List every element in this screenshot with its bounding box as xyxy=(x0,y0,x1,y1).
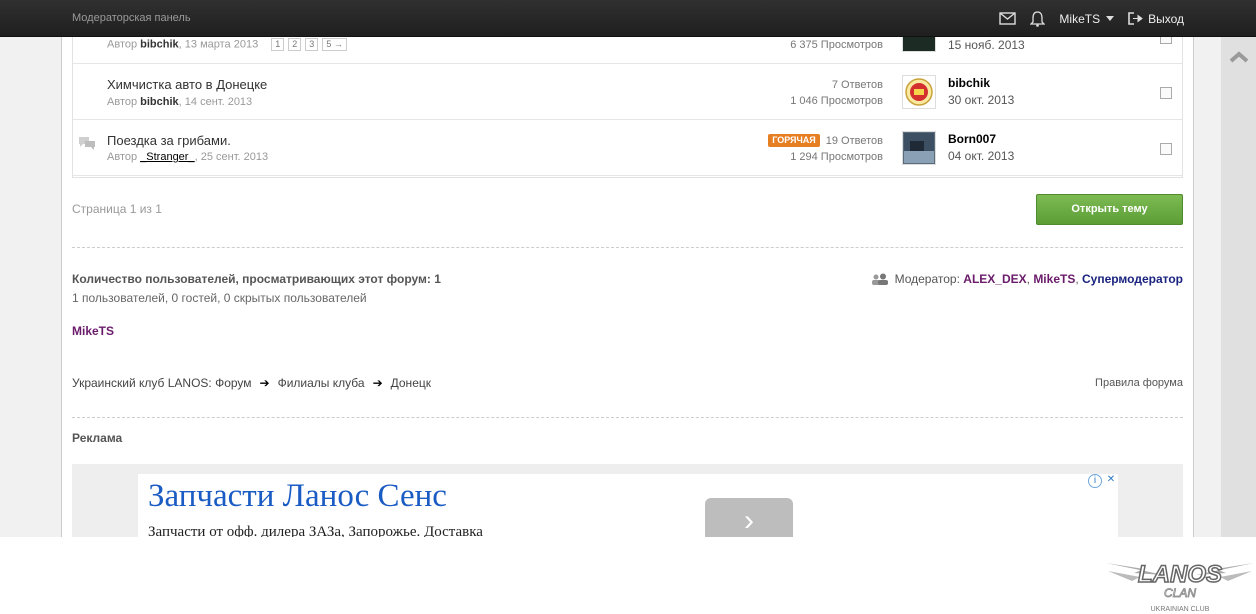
topic-author[interactable]: bibchik xyxy=(140,96,179,108)
hot-topic-bubble-icon xyxy=(78,136,96,153)
last-poster-name[interactable]: bibchik xyxy=(948,76,990,90)
ad-info: i ✕ xyxy=(1088,474,1118,488)
topic-views: 1 046 Просмотров xyxy=(790,95,883,107)
arrow-right-icon: ➔ xyxy=(372,376,383,390)
chevron-up-icon[interactable] xyxy=(1229,51,1249,63)
viewers-title: Количество пользователей, просматривающи… xyxy=(72,272,441,286)
topic-row[interactable]: Поездка за грибами. Автор _Stranger_, 25… xyxy=(73,120,1182,176)
users-group-icon xyxy=(871,273,888,285)
moderators: Модератор: ALEX_DEX, MikeTS, Супермодера… xyxy=(871,272,1183,286)
bell-icon[interactable] xyxy=(1030,10,1046,27)
ad-close-icon[interactable]: ✕ xyxy=(1104,474,1118,488)
topic-author[interactable]: bibchik xyxy=(140,38,179,50)
topic-page-link[interactable]: 2 xyxy=(288,38,302,51)
divider xyxy=(72,247,1183,248)
topic-title[interactable]: Химчистка авто в Донецке xyxy=(107,77,267,92)
caret-down-icon xyxy=(1106,16,1115,21)
moderator-link[interactable]: ALEX_DEX xyxy=(963,272,1026,286)
topic-row[interactable]: Химчистка авто в Донецке Автор bibchik, … xyxy=(73,64,1182,120)
topic-pagination: 1 2 3 5 → xyxy=(271,38,347,51)
ad-headline[interactable]: Запчасти Ланос Сенс xyxy=(148,478,447,515)
topic-views: 6 375 Просмотров xyxy=(790,39,883,51)
moderator-panel-link[interactable]: Модераторская панель xyxy=(72,12,191,24)
last-poster-avatar[interactable] xyxy=(902,75,936,109)
viewers-subtitle: 1 пользователей, 0 гостей, 0 скрытых пол… xyxy=(72,291,367,305)
divider xyxy=(72,417,1183,418)
breadcrumb-link[interactable]: Филиалы клуба xyxy=(278,376,365,390)
top-navbar: Модераторская панель MikeTS Выход xyxy=(0,0,1256,37)
topic-stats: 6 375 Просмотров xyxy=(790,37,883,53)
online-user-link[interactable]: MikeTS xyxy=(72,324,114,338)
arrow-right-icon: ➔ xyxy=(259,376,270,390)
logout-label: Выход xyxy=(1148,11,1184,26)
topic-replies: 7 Ответов xyxy=(831,79,883,91)
lanos-clan-logo: LANOS CLAN UKRAINIAN CLUB xyxy=(1104,549,1256,614)
logout-button[interactable]: Выход xyxy=(1128,12,1184,26)
breadcrumb-link[interactable]: Украинский клуб LANOS: Форум xyxy=(72,376,252,390)
username: MikeTS xyxy=(1059,11,1101,26)
topic-meta: Автор _Stranger_, 25 сент. 2013 xyxy=(107,151,269,163)
scroll-top-bar[interactable] xyxy=(1221,37,1256,540)
topic-stats: ГОРЯЧАЯ 19 Ответов 1 294 Просмотров xyxy=(768,133,883,165)
topic-title[interactable]: Поездка за грибами. xyxy=(107,133,231,148)
last-poster-avatar[interactable] xyxy=(902,131,936,165)
moderators-label: Модератор: xyxy=(894,272,960,286)
topic-replies: 19 Ответов xyxy=(825,135,883,147)
topic-select-checkbox[interactable] xyxy=(1160,87,1172,99)
topic-page-link[interactable]: 3 xyxy=(305,38,319,51)
ad-section-title: Реклама xyxy=(72,431,123,445)
topic-page-link[interactable]: 1 xyxy=(271,38,285,51)
user-menu[interactable]: MikeTS xyxy=(1059,11,1115,26)
user-photo-icon xyxy=(904,133,934,163)
ad-banner[interactable]: Запчасти Ланос Сенс Запчасти от офф. дил… xyxy=(138,474,1118,548)
topic-page-link[interactable]: 5 → xyxy=(322,38,347,51)
svg-text:CLAN: CLAN xyxy=(1164,586,1196,600)
topic-stats: 7 Ответов 1 046 Просмотров xyxy=(790,77,883,109)
club-crest-icon xyxy=(905,78,933,106)
svg-text:LANOS: LANOS xyxy=(1138,561,1222,588)
ad-container: Запчасти Ланос Сенс Запчасти от офф. дил… xyxy=(72,464,1183,548)
topic-meta: Автор bibchik, 13 марта 2013 1 2 3 5 → xyxy=(107,38,347,51)
moderator-link[interactable]: Супермодератор xyxy=(1082,272,1183,286)
topic-meta: Автор bibchik, 14 сент. 2013 xyxy=(107,96,253,108)
last-post-date: 04 окт. 2013 xyxy=(948,149,1015,163)
forum-rules-link[interactable]: Правила форума xyxy=(1095,377,1183,389)
breadcrumb: Украинский клуб LANOS: Форум ➔ Филиалы к… xyxy=(72,376,431,390)
last-post-date: 30 окт. 2013 xyxy=(948,93,1015,107)
topic-views: 1 294 Просмотров xyxy=(790,151,883,163)
topic-select-checkbox[interactable] xyxy=(1160,143,1172,155)
breadcrumb-link[interactable]: Донецк xyxy=(391,376,431,390)
svg-text:UKRAINIAN CLUB: UKRAINIAN CLUB xyxy=(1151,606,1210,613)
logout-icon xyxy=(1128,12,1143,25)
hot-badge: ГОРЯЧАЯ xyxy=(768,134,820,147)
mail-icon[interactable] xyxy=(999,12,1017,25)
open-topic-button[interactable]: Открыть тему xyxy=(1036,194,1183,225)
last-poster-name[interactable]: Born007 xyxy=(948,132,996,146)
last-post-date: 15 нояб. 2013 xyxy=(948,38,1025,52)
ad-info-icon[interactable]: i xyxy=(1088,474,1102,488)
moderator-link[interactable]: MikeTS xyxy=(1033,272,1075,286)
topic-author[interactable]: _Stranger_ xyxy=(140,151,194,163)
page-info: Страница 1 из 1 xyxy=(72,202,162,216)
page-footer-area xyxy=(0,537,1256,614)
